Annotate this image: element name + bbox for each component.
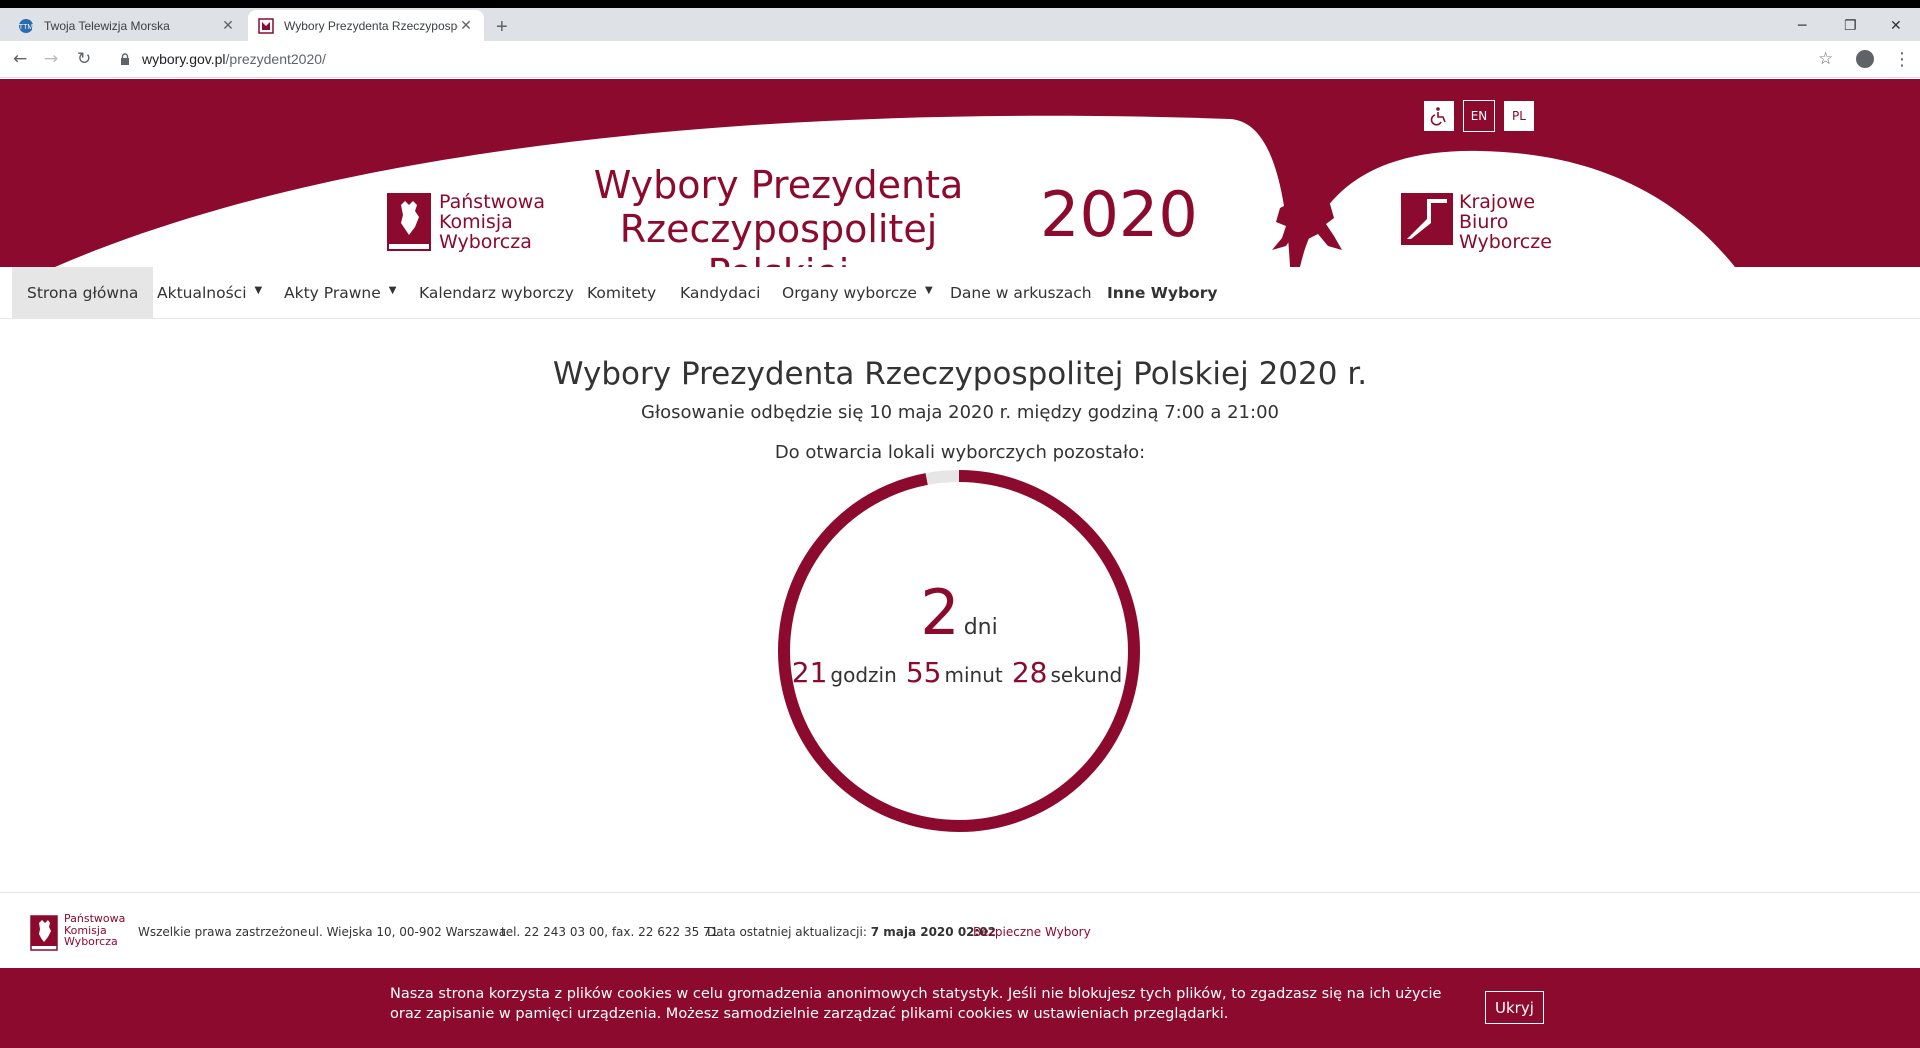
kbw-logo-text[interactable]: Krajowe Biuro Wyborcze (1459, 192, 1552, 252)
nav-inne-wybory[interactable]: Inne Wybory (1107, 267, 1217, 319)
lang-en-button[interactable]: EN (1463, 100, 1495, 132)
days-value: 2 (920, 576, 960, 649)
wheelchair-icon (1430, 107, 1446, 126)
pkw-logo-text[interactable]: Państwowa Komisja Wyborcza (439, 192, 545, 252)
countdown-hms: 21 godzin 55 minut 28 sekund (776, 656, 1142, 689)
hours-label: godzin (830, 663, 897, 687)
seconds-label: sekund (1050, 663, 1123, 687)
footer-address: ul. Wiejska 10, 00-902 Warszawa (308, 925, 507, 939)
pkw-logo-icon[interactable] (387, 193, 431, 251)
window-top-strip (0, 0, 1920, 8)
countdown-days: 2 dni (776, 578, 1142, 648)
nav-dane-w-arkuszach[interactable]: Dane w arkuszach (950, 267, 1092, 319)
cookie-bar: Nasza strona korzysta z plików cookies w… (0, 968, 1920, 1048)
caret-down-icon: ▼ (388, 284, 397, 296)
voting-info: Głosowanie odbędzie się 10 maja 2020 r. … (641, 402, 1279, 423)
countdown-ring-progress (778, 470, 1140, 832)
cookie-text: Nasza strona korzysta z plików cookies w… (390, 986, 1442, 1022)
election-year: 2020 (1040, 178, 1198, 251)
footer-rights: Wszelkie prawa zastrzeżone (138, 925, 308, 939)
svg-text:TTM: TTM (19, 24, 34, 31)
nav-akty-prawne[interactable]: Akty Prawne ▼ (284, 267, 396, 319)
footer-pkw-logo-icon[interactable] (30, 915, 58, 951)
profile-avatar-icon[interactable] (1856, 50, 1874, 68)
footer-bezpieczne-wybory-link[interactable]: Bezpieczne Wybory (973, 925, 1091, 939)
nav-strona-glowna[interactable]: Strona główna (12, 267, 154, 319)
browser-menu-icon[interactable]: ⋮ (1893, 49, 1911, 70)
nav-aktualnosci[interactable]: Aktualności ▼ (157, 267, 262, 319)
tab-twoja-telewizja-morska[interactable]: TTM Twoja Telewizja Morska ✕ (8, 10, 246, 41)
footer-updated: Data ostatniej aktualizacji: 7 maja 2020… (707, 925, 997, 939)
page-heading: Wybory Prezydenta Rzeczypospolitej Polsk… (552, 356, 1368, 392)
restore-icon[interactable]: ❐ (1844, 18, 1857, 34)
seconds-value: 28 (1011, 656, 1048, 689)
close-tab-icon[interactable]: ✕ (220, 17, 236, 34)
tab-title: Twoja Telewizja Morska (44, 18, 170, 33)
ttm-favicon-icon: TTM (19, 18, 34, 33)
lock-icon[interactable] (120, 53, 130, 65)
forward-icon[interactable]: → (44, 49, 58, 69)
new-tab-icon[interactable]: + (496, 17, 508, 37)
url-field[interactable]: wybory.gov.pl/prezydent2020/ (142, 51, 326, 67)
accessibility-button[interactable] (1423, 100, 1455, 132)
caret-down-icon: ▼ (924, 284, 933, 296)
eagle-emblem-icon (1272, 140, 1342, 250)
nav-organy-wyborcze[interactable]: Organy wyborcze ▼ (782, 267, 933, 319)
countdown-label: Do otwarcia lokali wyborczych pozostało: (774, 442, 1146, 463)
close-tab-icon[interactable]: ✕ (458, 17, 474, 34)
caret-down-icon: ▼ (254, 284, 263, 296)
site-footer: Państwowa Komisja Wyborcza Wszelkie praw… (0, 892, 1920, 967)
tab-title: Wybory Prezydenta Rzeczypospolitej Polsk… (284, 18, 458, 33)
lang-pl-button[interactable]: PL (1503, 100, 1535, 132)
cookie-hide-button[interactable]: Ukryj (1485, 991, 1544, 1024)
back-icon[interactable]: ← (13, 49, 27, 69)
countdown-ring (778, 470, 1140, 832)
reload-icon[interactable]: ↻ (77, 49, 91, 69)
bookmark-star-icon[interactable]: ☆ (1818, 49, 1833, 69)
nav-komitety[interactable]: Komitety (587, 267, 656, 319)
hours-value: 21 (791, 656, 828, 689)
minutes-label: minut (944, 663, 1003, 687)
nav-kandydaci[interactable]: Kandydaci (680, 267, 760, 319)
pkw-favicon-icon (258, 17, 274, 34)
tab-wybory[interactable]: Wybory Prezydenta Rzeczypospolitej Polsk… (248, 10, 484, 41)
days-label: dni (963, 615, 998, 640)
tab-bar: TTM Twoja Telewizja Morska ✕ Wybory Prez… (0, 8, 1920, 41)
nav-kalendarz-wyborczy[interactable]: Kalendarz wyborczy (419, 267, 574, 319)
close-window-icon[interactable]: ✕ (1890, 18, 1902, 34)
footer-phone: tel. 22 243 03 00, fax. 22 622 35 71 (501, 925, 719, 939)
minutes-value: 55 (905, 656, 942, 689)
kbw-logo-icon[interactable] (1401, 193, 1453, 245)
main-nav: Strona główna Aktualności ▼ Akty Prawne ▼ … (0, 267, 1920, 319)
footer-logo-text[interactable]: Państwowa Komisja Wyborcza (64, 913, 125, 948)
minimize-icon[interactable]: ─ (1798, 18, 1806, 34)
address-bar: ← → ↻ wybory.gov.pl/prezydent2020/ ☆ ⋮ (0, 41, 1920, 78)
